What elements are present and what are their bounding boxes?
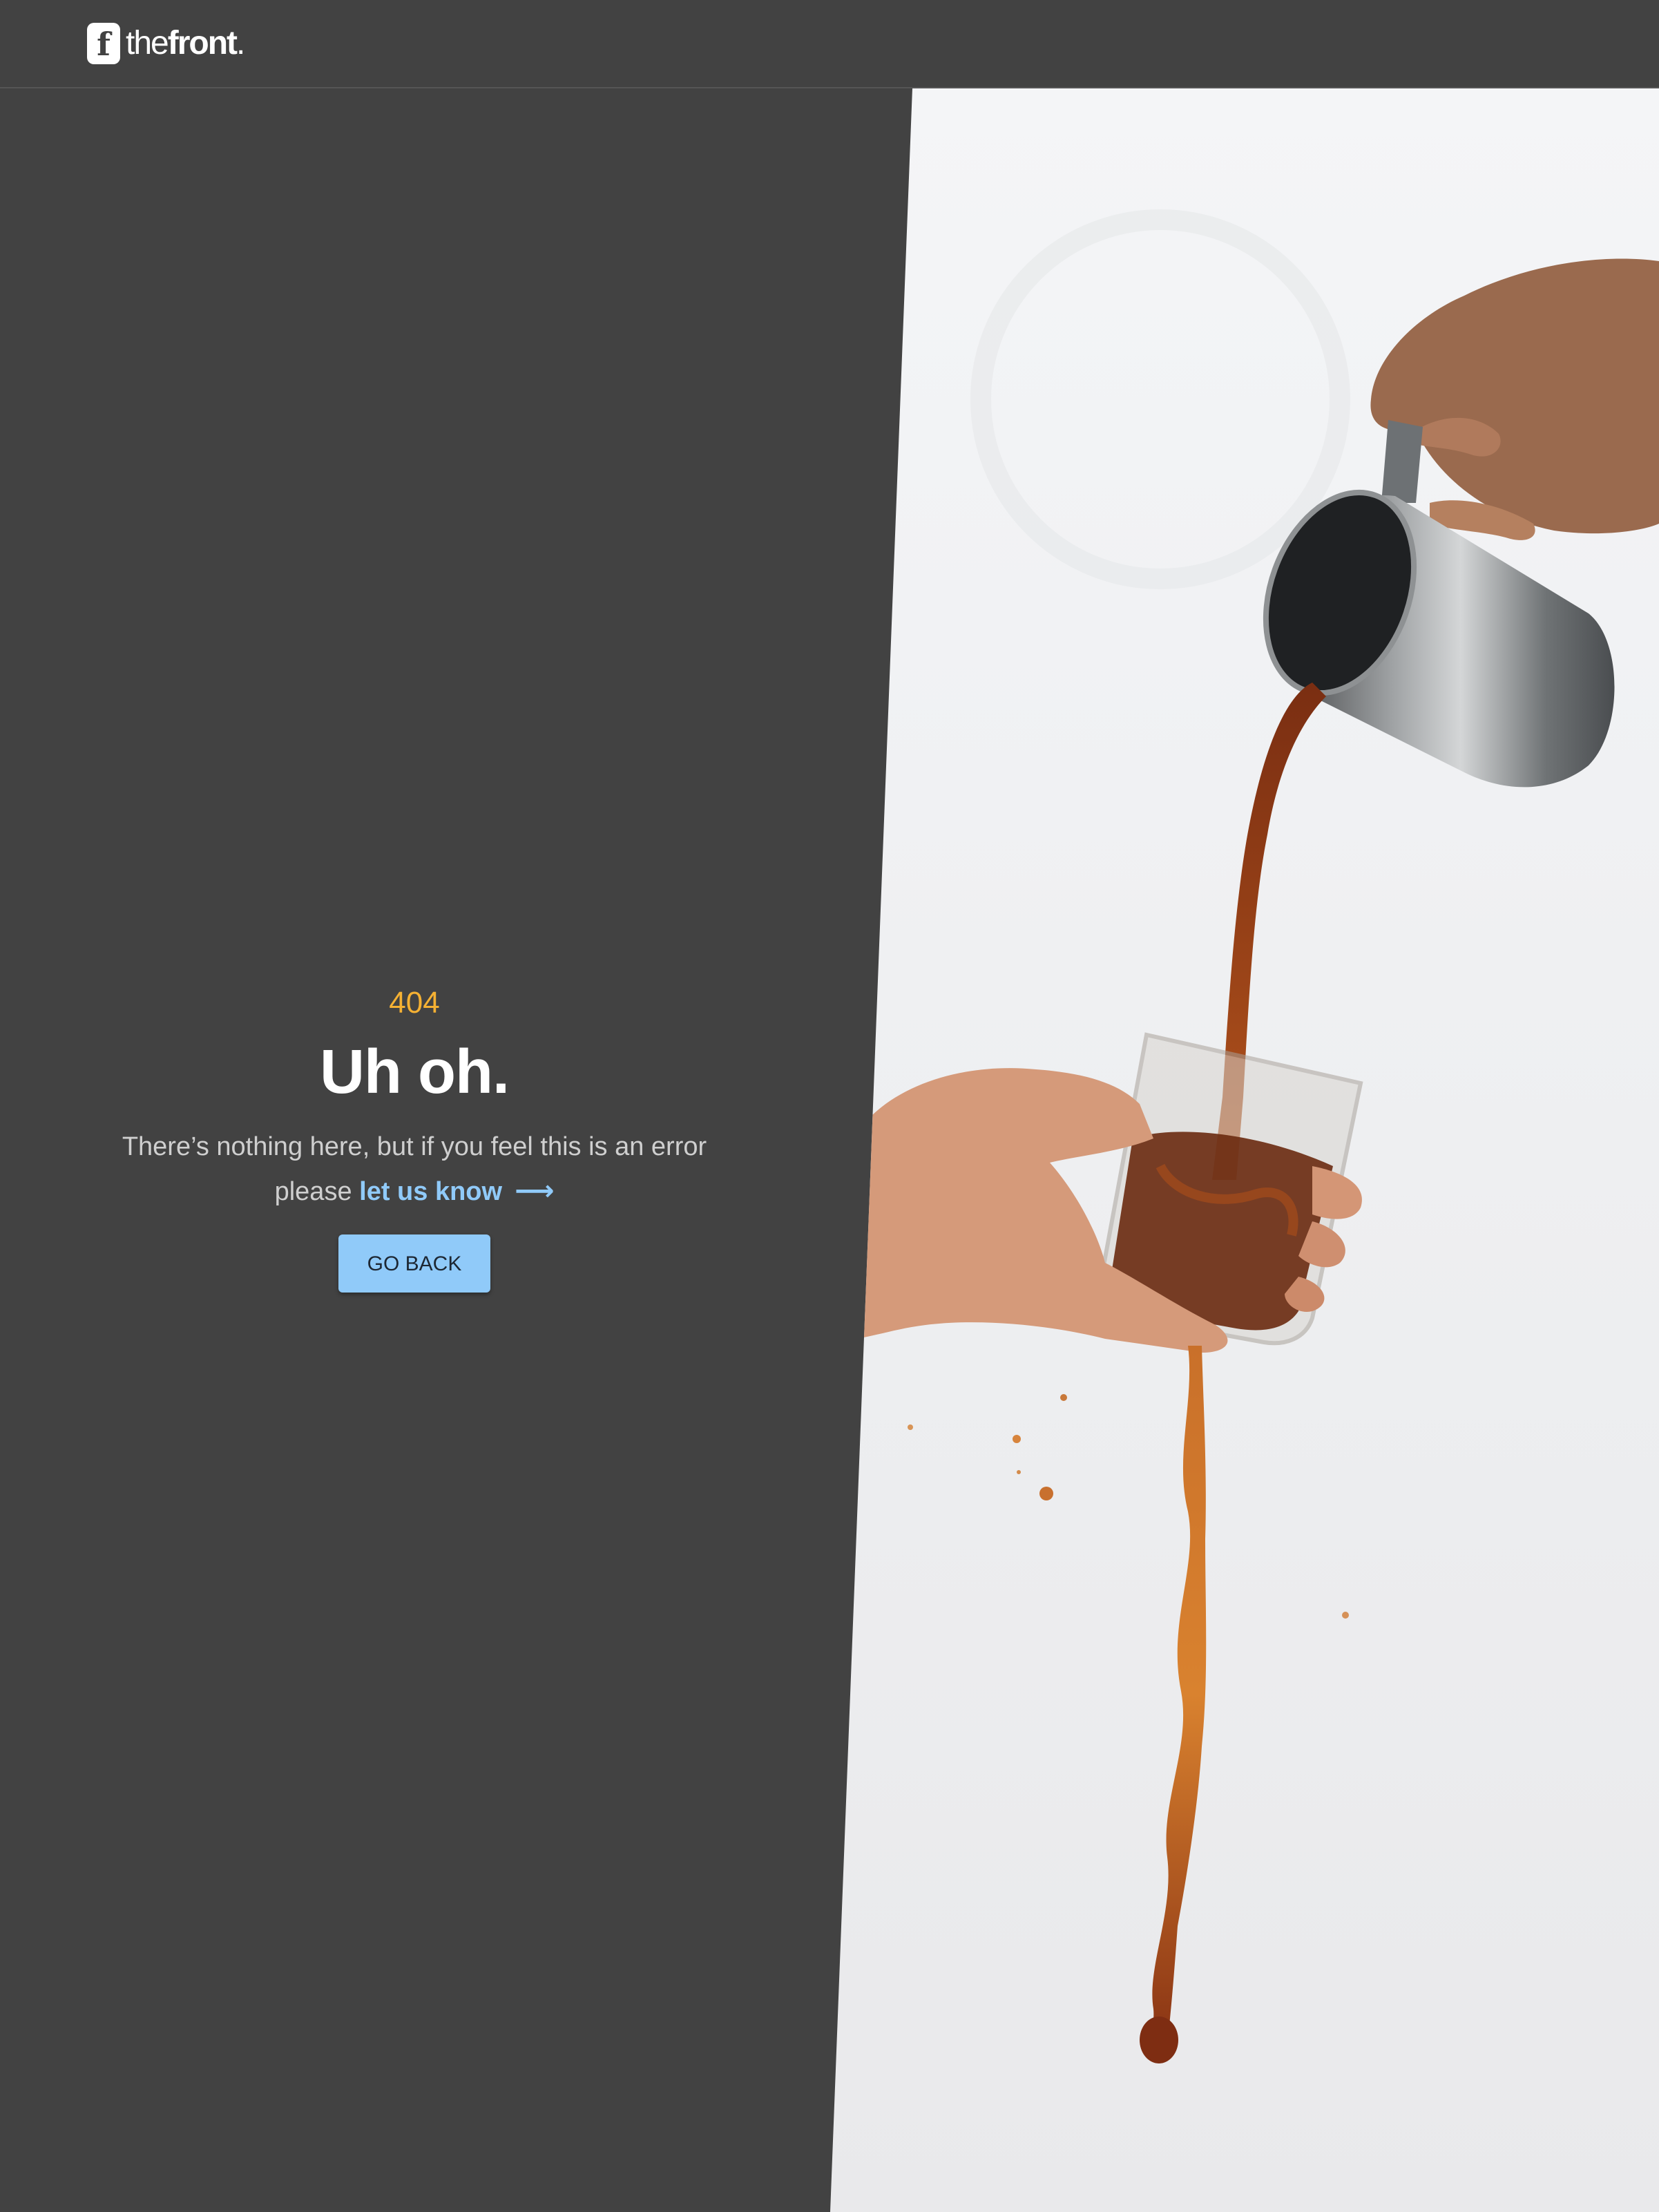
error-message: There’s nothing here, but if you feel th… xyxy=(69,1125,760,1214)
logo-mark-letter: f xyxy=(97,26,111,63)
logo-text-dot: . xyxy=(236,25,245,61)
logo-wordmark: thefront. xyxy=(126,25,245,61)
let-us-know-label: let us know xyxy=(359,1177,503,1206)
logo-text-light: the xyxy=(126,25,169,61)
let-us-know-link[interactable]: let us know ⟶ xyxy=(359,1176,554,1206)
brand-logo-link[interactable]: f thefront. xyxy=(87,22,245,65)
logo-text-bold: front xyxy=(167,25,238,61)
not-found-page: f thefront. 404 Uh oh. There’s nothing h… xyxy=(0,0,1659,2212)
top-navigation-bar: f thefront. xyxy=(0,0,1659,88)
error-message-line1: There’s nothing here, but if you feel th… xyxy=(122,1132,707,1161)
error-content: 404 Uh oh. There’s nothing here, but if … xyxy=(0,981,829,1293)
go-back-button[interactable]: GO BACK xyxy=(338,1234,490,1293)
arrow-right-icon: ⟶ xyxy=(515,1176,555,1206)
error-title: Uh oh. xyxy=(320,1038,510,1107)
error-message-please: please xyxy=(274,1177,352,1206)
error-code: 404 xyxy=(389,986,440,1020)
logo-icon: f xyxy=(87,23,120,64)
